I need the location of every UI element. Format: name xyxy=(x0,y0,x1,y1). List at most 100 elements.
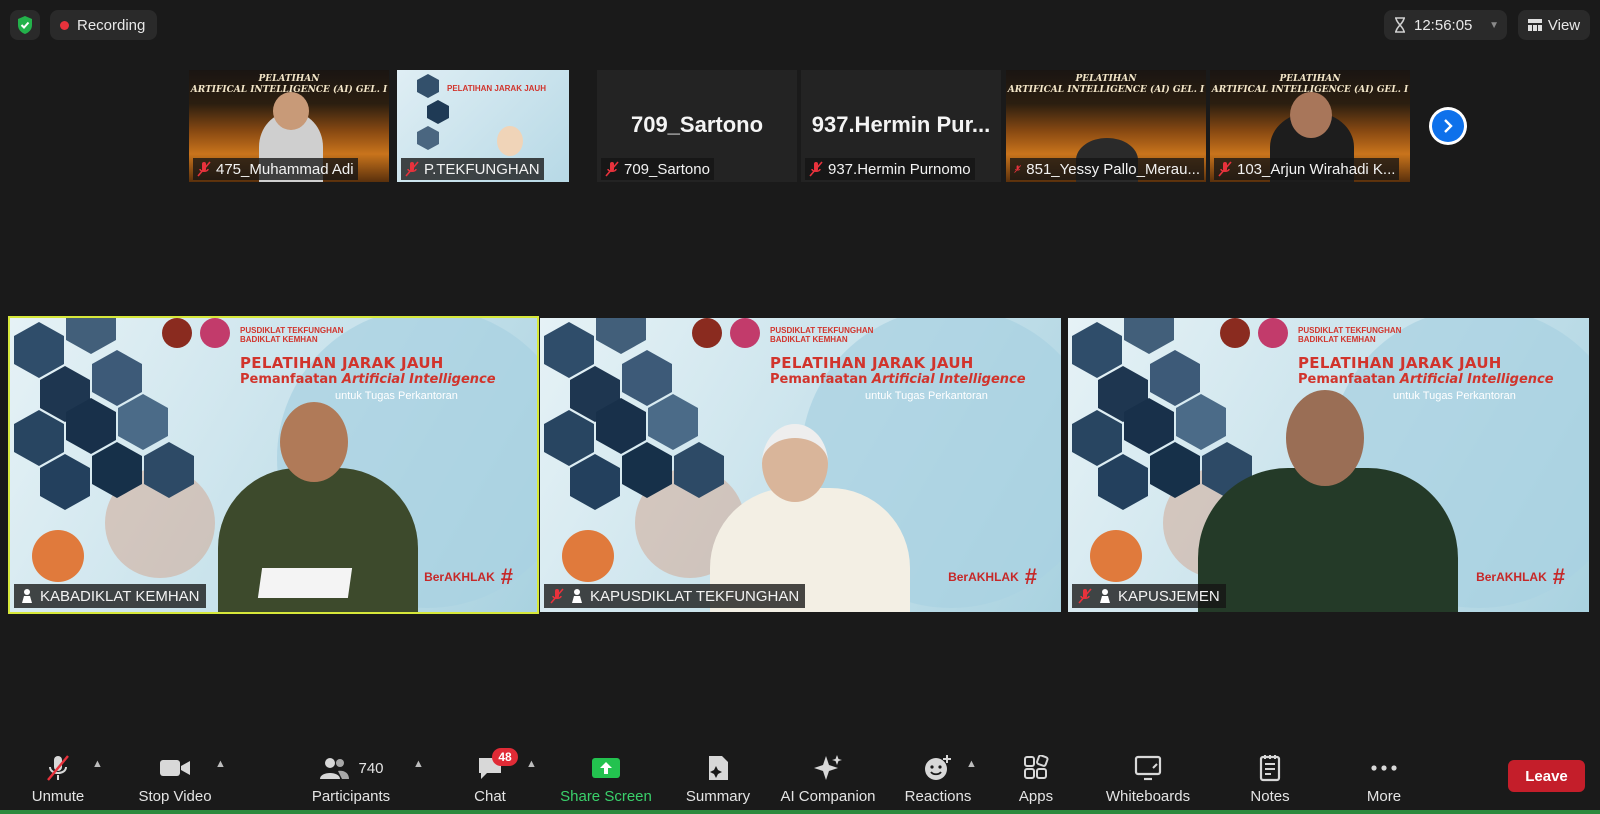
notes-button[interactable]: Notes xyxy=(1240,744,1300,810)
participant-thumbnail-475[interactable]: PELATIHAN ARTIFICAL INTELLIGENCE (AI) GE… xyxy=(189,70,389,182)
participants-icon xyxy=(320,758,350,779)
emblem-icon xyxy=(1258,318,1288,348)
emblem-icon xyxy=(730,318,760,348)
participant-name-tag: 103_Arjun Wirahadi K... xyxy=(1214,158,1400,180)
participant-face xyxy=(497,126,523,156)
emblem-icon xyxy=(200,318,230,348)
participant-name-tag: P.TEKFUNGHAN xyxy=(401,158,544,180)
video-tile-kapusjemen[interactable]: PUSDIKLAT TEKFUNGHAN BADIKLAT KEMHAN PEL… xyxy=(1068,318,1589,612)
summary-button[interactable]: Summary xyxy=(680,744,756,810)
sparkle-icon xyxy=(814,755,842,780)
view-button[interactable]: View xyxy=(1518,10,1590,40)
chat-unread-badge: 48 xyxy=(492,748,518,766)
participants-count: 740 xyxy=(358,759,384,777)
participants-button[interactable]: 740 Participants xyxy=(306,744,396,810)
mic-muted-icon xyxy=(405,161,419,177)
slide-org: PUSDIKLAT TEKFUNGHAN BADIKLAT KEMHAN xyxy=(240,326,344,344)
tile-name-tag: KABADIKLAT KEMHAN xyxy=(14,584,206,608)
video-camera-icon xyxy=(160,760,190,776)
emblem-icon xyxy=(162,318,192,348)
video-tile-kapusdiklat[interactable]: PUSDIKLAT TEKFUNGHAN BADIKLAT KEMHAN PEL… xyxy=(540,318,1061,612)
participant-face xyxy=(1286,390,1364,486)
caret-down-icon: ▼ xyxy=(1489,19,1499,31)
mic-muted-icon xyxy=(550,588,564,604)
hourglass-icon xyxy=(1395,17,1405,33)
mic-muted-icon xyxy=(809,161,823,177)
mic-muted-icon xyxy=(1078,588,1092,604)
slide-tagline: untuk Tugas Perkantoran xyxy=(1393,390,1516,402)
video-tile-kabadiklat[interactable]: PUSDIKLAT TEKFUNGHAN BADIKLAT KEMHAN PEL… xyxy=(8,316,539,614)
notes-icon xyxy=(1259,755,1281,782)
audio-options-caret[interactable]: ▲ xyxy=(92,758,103,770)
mic-muted-icon xyxy=(1218,161,1232,177)
participant-face xyxy=(280,402,348,482)
recording-label: Recording xyxy=(77,16,146,34)
spotlight-person-icon xyxy=(22,589,32,603)
reactions-button[interactable]: Reactions xyxy=(898,744,978,810)
participant-thumbnail-937[interactable]: 937.Hermin Pur... 937.Hermin Purnomo xyxy=(801,70,1001,182)
chat-options-caret[interactable]: ▲ xyxy=(526,758,537,770)
participant-name-tag: 709_Sartono xyxy=(601,158,714,180)
leave-button[interactable]: Leave xyxy=(1508,760,1585,792)
zoom-meeting-window: Recording 12:56:05 ▼ View PELATIHAN ARTI… xyxy=(0,0,1600,814)
participant-name-tag: 937.Hermin Purnomo xyxy=(805,158,975,180)
grid-view-icon xyxy=(1527,19,1542,31)
participant-thumbnail-851[interactable]: PELATIHAN ARTIFICAL INTELLIGENCE (AI) GE… xyxy=(1006,70,1206,182)
apps-icon xyxy=(1024,755,1049,779)
video-options-caret[interactable]: ▲ xyxy=(215,758,226,770)
timer-value: 12:56:05 xyxy=(1414,16,1473,34)
participant-face xyxy=(1290,92,1332,138)
whiteboards-button[interactable]: Whiteboards xyxy=(1098,744,1198,810)
participant-face xyxy=(273,92,309,130)
apps-button[interactable]: Apps xyxy=(1006,744,1066,810)
window-bottom-border xyxy=(0,810,1600,814)
spotlight-person-icon xyxy=(1100,589,1110,603)
slide-subtitle: Pemanfaatan Artificial Intelligence xyxy=(240,372,496,387)
emblem-icon xyxy=(692,318,722,348)
berakhlak-logo: BerAKHLAK # xyxy=(948,564,1037,589)
emblem-icon xyxy=(1220,318,1250,348)
berakhlak-logo: BerAKHLAK # xyxy=(1476,564,1565,589)
slide-title: PELATIHAN JARAK JAUH xyxy=(1298,354,1502,372)
slide-title: PELATIHAN JARAK JAUH xyxy=(447,84,546,93)
more-button[interactable]: More xyxy=(1356,744,1412,810)
chevron-right-icon xyxy=(1444,119,1453,133)
security-shield-button[interactable] xyxy=(10,10,40,40)
share-screen-icon xyxy=(592,758,620,778)
slide-subtitle: Pemanfaatan Artificial Intelligence xyxy=(1298,372,1554,387)
participant-thumbnail-103[interactable]: PELATIHAN ARTIFICAL INTELLIGENCE (AI) GE… xyxy=(1210,70,1410,182)
mic-muted-icon xyxy=(197,161,211,177)
participants-options-caret[interactable]: ▲ xyxy=(413,758,424,770)
recording-indicator[interactable]: Recording xyxy=(50,10,158,40)
slide-org: PUSDIKLAT TEKFUNGHAN BADIKLAT KEMHAN xyxy=(1298,326,1402,344)
slide-banner-text: PELATIHAN ARTIFICAL INTELLIGENCE (AI) GE… xyxy=(1007,74,1205,95)
meeting-toolbar: Unmute ▲ Stop Video ▲ 740 Participants ▲… xyxy=(0,744,1600,814)
participant-name-tag: 851_Yessy Pallo_Merau... xyxy=(1010,158,1204,180)
document-paper xyxy=(257,568,353,598)
slide-subtitle: Pemanfaatan Artificial Intelligence xyxy=(770,372,1026,387)
summary-document-icon xyxy=(709,756,728,780)
unmute-button[interactable]: Unmute xyxy=(22,744,94,810)
tile-name-tag: KAPUSDIKLAT TEKFUNGHAN xyxy=(544,584,806,608)
slide-tagline: untuk Tugas Perkantoran xyxy=(335,390,458,402)
ai-companion-button[interactable]: AI Companion xyxy=(774,744,882,810)
participant-name-tag: 475_Muhammad Adi xyxy=(193,158,358,180)
chat-button[interactable]: 48 Chat xyxy=(460,744,520,810)
reactions-options-caret[interactable]: ▲ xyxy=(966,758,977,770)
whiteboard-icon xyxy=(1134,755,1162,781)
mic-muted-icon xyxy=(1014,165,1022,173)
slide-title: PELATIHAN JARAK JAUH xyxy=(770,354,974,372)
participant-thumbnail-709[interactable]: 709_Sartono 709_Sartono xyxy=(597,70,797,182)
smiley-add-icon xyxy=(925,755,951,780)
slide-org: PUSDIKLAT TEKFUNGHAN BADIKLAT KEMHAN xyxy=(770,326,874,344)
berakhlak-logo: BerAKHLAK # xyxy=(424,564,513,589)
participant-thumbnail-tekfunghan[interactable]: PELATIHAN JARAK JAUH P.TEKFUNGHAN xyxy=(397,70,569,182)
participant-face xyxy=(762,424,828,502)
meeting-timer[interactable]: 12:56:05 ▼ xyxy=(1384,10,1507,40)
next-page-button[interactable] xyxy=(1429,107,1467,145)
share-screen-button[interactable]: Share Screen xyxy=(556,744,656,810)
participant-big-name: 937.Hermin Pur... xyxy=(811,112,991,137)
mic-muted-icon xyxy=(605,161,619,177)
stop-video-button[interactable]: Stop Video xyxy=(130,744,220,810)
more-dots-icon xyxy=(1371,765,1397,771)
